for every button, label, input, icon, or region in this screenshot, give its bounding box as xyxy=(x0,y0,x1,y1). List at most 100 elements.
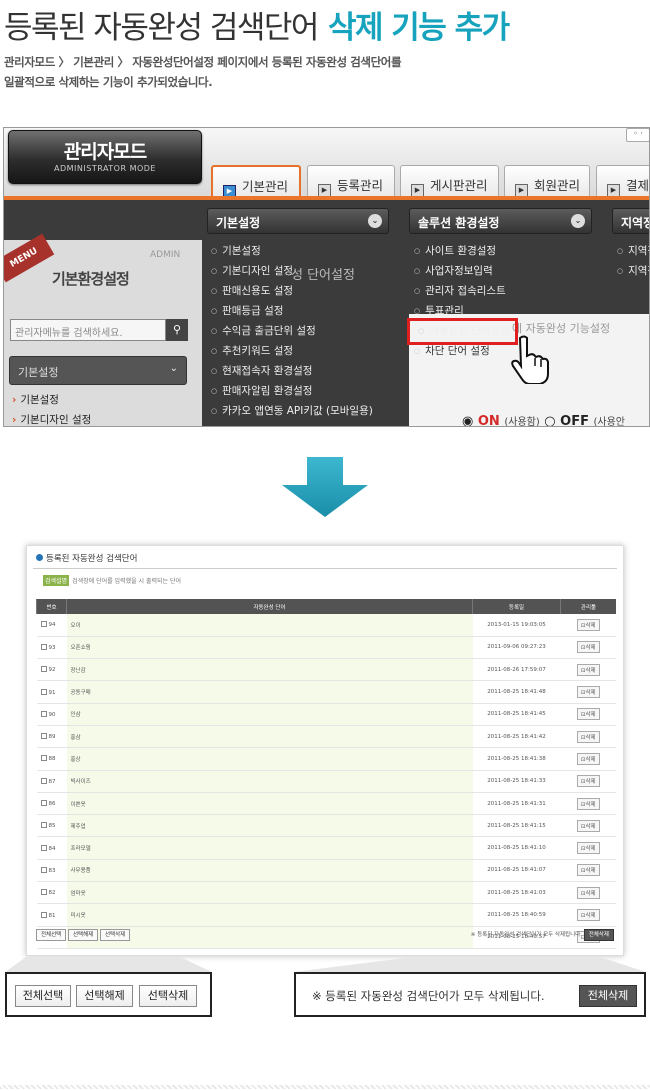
bullet-arrow-icon: › xyxy=(12,394,17,406)
menu-item[interactable]: 판매자알림 환경설정 xyxy=(211,381,373,401)
delete-all-button-zoom[interactable]: 전체삭제 xyxy=(579,985,637,1007)
menu-item[interactable]: 관리자 접속리스트 xyxy=(414,281,510,301)
table-row: 94 오이 2013-01-15 19:03:05 ⊡삭제 xyxy=(36,614,616,637)
deselect-button-zoom[interactable]: 선택해제 xyxy=(76,985,133,1007)
row-checkbox[interactable] xyxy=(40,621,47,628)
menu-item[interactable]: 판매신용도 설정 xyxy=(211,281,373,301)
bulk-buttons-callout: 전체선택 선택해제 선택삭제 xyxy=(5,972,212,1017)
tab-member-management[interactable]: ▶ 회원관리 xyxy=(504,165,590,198)
row-checkbox[interactable] xyxy=(40,800,47,807)
row-delete-button[interactable]: ⊡삭제 xyxy=(576,663,600,676)
delete-label: 삭제 xyxy=(585,756,596,763)
menu-item[interactable]: 지역정 xyxy=(617,241,649,261)
row-delete-button[interactable]: ⊡삭제 xyxy=(576,775,600,788)
row-delete-button[interactable]: ⊡삭제 xyxy=(576,730,600,743)
table-row: 93 오픈쇼핑 2011-09-06 09:27:23 ⊡삭제 xyxy=(36,636,616,660)
row-tools: ⊡삭제 xyxy=(560,836,616,860)
row-number: 83 xyxy=(48,867,56,874)
row-delete-button[interactable]: ⊡삭제 xyxy=(576,797,600,810)
row-checkbox[interactable] xyxy=(40,666,47,673)
delete-label: 삭제 xyxy=(585,667,596,674)
tab-label: 기본관리 xyxy=(242,179,289,194)
row-checkbox[interactable] xyxy=(40,755,47,762)
down-arrow-icon xyxy=(282,457,368,517)
table-row: 88 홍상 2011-08-25 18:41:38 ⊡삭제 xyxy=(36,747,616,771)
select-all-button[interactable]: 전체선택 xyxy=(36,929,67,941)
menu-item[interactable]: 수익금 출금단위 설정 xyxy=(211,321,373,341)
menu-item[interactable]: 현재접속자 환경설정 xyxy=(211,361,373,381)
row-delete-button[interactable]: ⊡삭제 xyxy=(576,752,600,765)
tab-board-management[interactable]: ▶ 게시판관리 xyxy=(400,165,499,198)
menu-item[interactable]: 사업자정보입력 xyxy=(414,261,510,281)
select-all-button-zoom[interactable]: 전체선택 xyxy=(15,985,71,1007)
row-word: 사무용품 xyxy=(66,859,473,883)
row-checkbox[interactable] xyxy=(40,688,47,695)
col-header-tools: 관리툴 xyxy=(560,599,616,614)
description-text: 검색창에 단어를 입력했을 시 출력되는 단어 xyxy=(72,578,181,585)
delete-all-button[interactable]: 전체삭제 xyxy=(583,929,614,941)
deselect-button[interactable]: 선택해제 xyxy=(68,929,99,941)
row-checkbox[interactable] xyxy=(40,844,47,851)
row-date: 2011-08-25 18:41:15 xyxy=(472,814,561,838)
row-date: 2011-08-25 18:41:10 xyxy=(472,836,561,860)
left-panel-item[interactable]: › 기본설정 xyxy=(12,392,59,407)
left-panel-select[interactable]: 기본설정 ⌄ xyxy=(9,356,187,385)
delete-selected-button[interactable]: 선택삭제 xyxy=(100,929,131,941)
row-delete-button[interactable]: ⊡삭제 xyxy=(576,686,600,699)
row-tools: ⊡삭제 xyxy=(560,725,616,749)
row-checkbox[interactable] xyxy=(40,710,47,717)
menu-item[interactable]: 기본설정 xyxy=(211,241,373,261)
row-checkbox[interactable] xyxy=(40,733,47,740)
row-delete-button[interactable]: ⊡삭제 xyxy=(576,641,600,654)
row-delete-button[interactable]: ⊡삭제 xyxy=(576,909,600,921)
left-panel-item[interactable]: › 기본디자인 설정 xyxy=(12,412,91,426)
tab-label: 등록관리 xyxy=(337,178,384,193)
row-delete-button[interactable]: ⊡삭제 xyxy=(576,708,600,721)
menu-head-label: 지역정 xyxy=(621,216,649,230)
table-row: 82 엄마옷 2011-08-25 18:41:03 ⊡삭제 xyxy=(36,881,616,905)
admin-menu-search-input[interactable]: 관리자메뉴를 검색하세요. xyxy=(10,319,166,341)
row-checkbox[interactable] xyxy=(40,866,47,873)
delete-label: 삭제 xyxy=(585,645,596,652)
row-checkbox[interactable] xyxy=(40,777,47,784)
row-delete-button[interactable]: ⊡삭제 xyxy=(576,886,600,899)
table-row: 86 이쁜옷 2011-08-25 18:41:31 ⊡삭제 xyxy=(36,792,616,816)
menu-item[interactable]: 추천키워드 설정 xyxy=(211,341,373,361)
delete-label: 삭제 xyxy=(585,890,596,897)
menu-item[interactable]: 판매등급 설정 xyxy=(211,301,373,321)
tab-registration-management[interactable]: ▶ 등록관리 xyxy=(307,165,395,198)
menu-item[interactable]: 사이트 환경설정 xyxy=(414,241,510,261)
menu-head-solution-settings[interactable]: 솔루션 환경설정 ⌄ xyxy=(409,208,592,234)
menu-head-region[interactable]: 지역정 xyxy=(612,208,649,234)
delete-all-notice: ※ 등록된 자동완성 검색단어가 모두 삭제됩니다. xyxy=(470,932,582,938)
tab-basic-management[interactable]: ▶ 기본관리 xyxy=(211,165,301,198)
search-icon[interactable]: ⚲ xyxy=(166,319,188,341)
delete-label: 삭제 xyxy=(585,690,596,697)
row-tools: ⊡삭제 xyxy=(560,614,616,637)
row-checkbox[interactable] xyxy=(40,889,47,896)
bulk-buttons: 전체선택 선택해제 선택삭제 xyxy=(36,929,131,941)
row-delete-button[interactable]: ⊡삭제 xyxy=(576,864,600,877)
tab-payment[interactable]: ▶결제/ xyxy=(596,165,649,198)
onoff-setting[interactable]: ◉ ON (사용함) ○ OFF (사용안 xyxy=(462,413,625,426)
admin-mode-logo[interactable]: 관리자모드 ADMINISTRATOR MODE xyxy=(8,130,202,184)
row-checkbox[interactable] xyxy=(40,911,47,918)
window-control-icon[interactable]: ◦ · xyxy=(626,128,649,142)
autocomplete-table: 번호 자동완성 단어 등록일 관리툴 94 오이 2013-01-15 19:03:… xyxy=(36,599,616,949)
row-delete-button[interactable]: ⊡삭제 xyxy=(576,618,600,631)
row-number: 82 xyxy=(48,890,56,897)
row-delete-button[interactable]: ⊡삭제 xyxy=(576,819,600,832)
menu-item[interactable]: 지역정 xyxy=(617,261,649,281)
row-tools: ⊡삭제 xyxy=(560,747,616,771)
row-checkbox[interactable] xyxy=(40,822,47,829)
menu-item[interactable]: 카카오 앱연동 API키값 (모바일용) xyxy=(211,401,373,421)
row-word: 인삼 xyxy=(66,703,473,726)
row-checkbox[interactable] xyxy=(40,643,47,650)
menu-head-label: 솔루션 환경설정 xyxy=(418,216,500,230)
menu-head-basic-settings[interactable]: 기본설정 ⌄ xyxy=(207,208,389,234)
admin-menu-screenshot: 관리자모드 ADMINISTRATOR MODE ◦ · ▶ 기본관리 ▶ 등록관리… xyxy=(3,127,650,427)
menu-item[interactable]: 기본디자인 설정 xyxy=(211,261,373,281)
delete-selected-button-zoom[interactable]: 선택삭제 xyxy=(139,985,197,1007)
delete-label: 삭제 xyxy=(585,913,596,919)
row-delete-button[interactable]: ⊡삭제 xyxy=(576,842,600,855)
